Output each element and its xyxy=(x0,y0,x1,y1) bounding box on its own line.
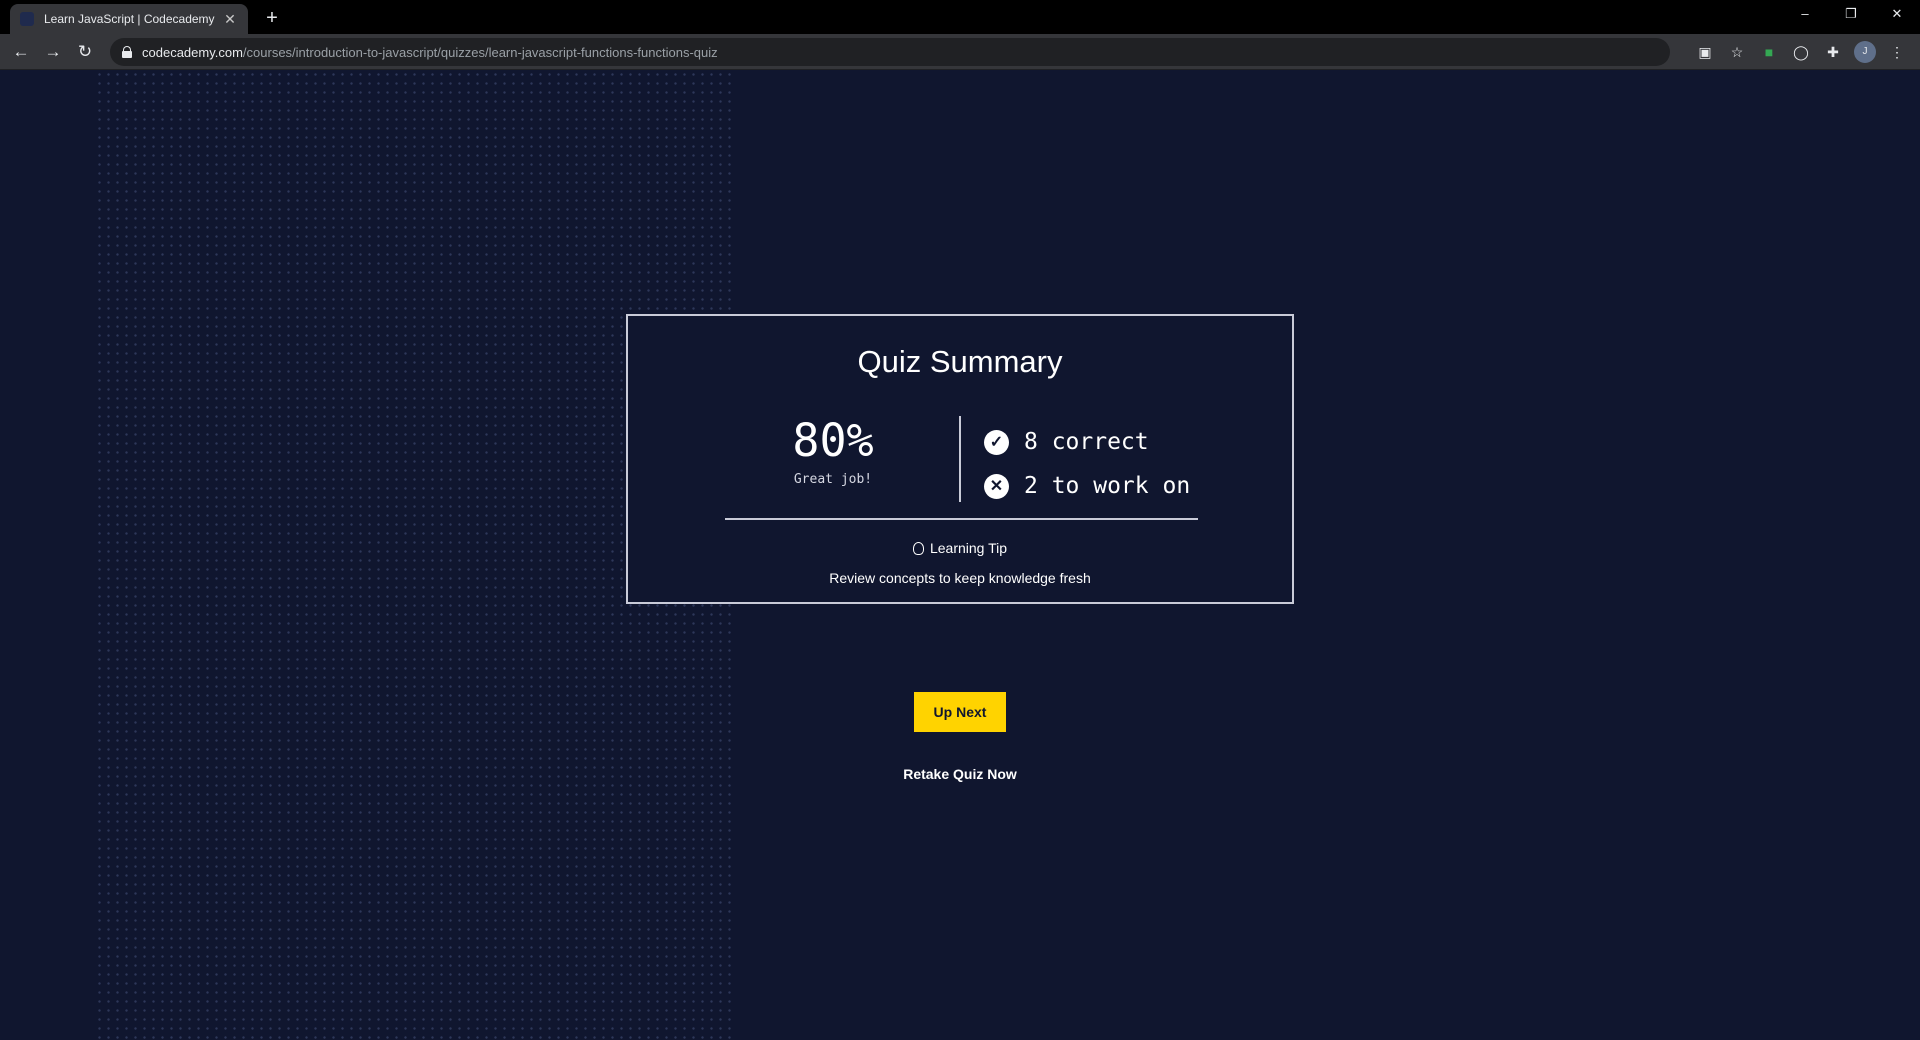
bookmark-star-icon[interactable]: ☆ xyxy=(1726,41,1748,63)
browser-toolbar: ← → ↻ codecademy.com /courses/introducti… xyxy=(0,34,1920,70)
x-circle-icon: ✕ xyxy=(984,473,1009,499)
quiz-summary-card: Quiz Summary 80% Great job! ✓ 8 correct … xyxy=(626,314,1294,604)
close-window-button[interactable]: ✕ xyxy=(1874,0,1920,30)
forward-arrow-icon[interactable]: → xyxy=(42,41,64,63)
github-icon[interactable]: ◯ xyxy=(1790,41,1812,63)
quiz-summary-title: Quiz Summary xyxy=(857,344,1063,379)
codecademy-favicon-icon xyxy=(20,12,34,26)
lock-icon xyxy=(122,46,132,58)
toolbar-icons: ▣ ☆ ■ ◯ ✚ J ⋮ xyxy=(1694,41,1908,63)
score-message: Great job! xyxy=(793,471,873,487)
learning-tip-text: Review concepts to keep knowledge fresh xyxy=(829,569,1091,586)
reload-icon[interactable]: ↻ xyxy=(74,41,96,63)
url-host: codecademy.com xyxy=(142,44,243,60)
retake-quiz-link[interactable]: Retake Quiz Now xyxy=(860,766,1060,782)
up-next-button[interactable]: Up Next xyxy=(914,692,1006,732)
new-tab-button[interactable]: + xyxy=(260,6,284,30)
restore-button[interactable]: ❐ xyxy=(1828,0,1874,30)
window-controls: – ❐ ✕ xyxy=(1782,0,1920,30)
menu-dots-icon[interactable]: ⋮ xyxy=(1886,41,1908,63)
score-block: 80% Great job! xyxy=(723,416,943,487)
learning-tip: Learning Tip Review concepts to keep kno… xyxy=(628,540,1292,586)
translate-icon[interactable]: ▣ xyxy=(1694,41,1716,63)
correct-count: 8 correct xyxy=(1024,429,1149,455)
browser-tab-bar: Learn JavaScript | Codecademy ✕ + – ❐ ✕ xyxy=(0,0,1920,34)
back-arrow-icon[interactable]: ← xyxy=(10,41,32,63)
incorrect-count: 2 to work on xyxy=(1024,473,1191,499)
extensions-puzzle-icon[interactable]: ✚ xyxy=(1822,41,1844,63)
address-bar[interactable]: codecademy.com /courses/introduction-to-… xyxy=(110,38,1670,66)
horizontal-divider xyxy=(725,518,1198,520)
vertical-divider xyxy=(959,416,961,502)
tab-title: Learn JavaScript | Codecademy xyxy=(44,12,215,26)
profile-avatar[interactable]: J xyxy=(1854,41,1876,63)
correct-result: ✓ 8 correct xyxy=(984,420,1190,464)
url-path: /courses/introduction-to-javascript/quiz… xyxy=(242,44,718,60)
incorrect-result: ✕ 2 to work on xyxy=(984,464,1190,508)
learning-tip-label: Learning Tip xyxy=(929,540,1008,556)
score-percentage: 80% xyxy=(792,414,874,467)
browser-tab[interactable]: Learn JavaScript | Codecademy ✕ xyxy=(10,4,248,34)
learning-tip-header: Learning Tip xyxy=(912,540,1008,556)
minimize-button[interactable]: – xyxy=(1782,0,1828,30)
check-circle-icon: ✓ xyxy=(984,429,1009,455)
tab-close-icon[interactable]: ✕ xyxy=(222,11,238,28)
extension-shield-icon[interactable]: ■ xyxy=(1758,41,1780,63)
results-list: ✓ 8 correct ✕ 2 to work on xyxy=(984,420,1190,508)
lightbulb-icon xyxy=(912,541,924,555)
